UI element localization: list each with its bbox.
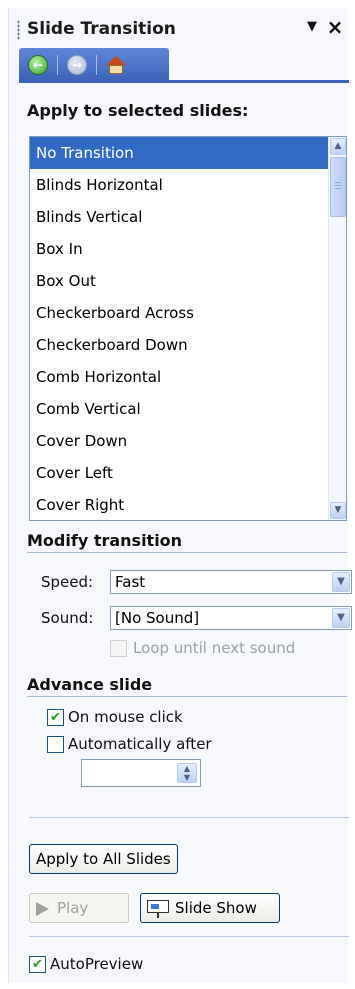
forward-button[interactable]: → (64, 53, 90, 77)
transition-list-item[interactable]: Comb Horizontal (30, 361, 346, 393)
apply-to-slides-heading: Apply to selected slides: (27, 101, 249, 120)
slide-transition-pane: Slide Transition ▼ × ← → Apply to select… (8, 8, 352, 983)
list-scrollbar[interactable]: ▲ ▼ (328, 137, 346, 520)
pane-menu-dropdown-icon[interactable]: ▼ (302, 16, 322, 38)
speed-label: Speed: (41, 573, 94, 591)
advance-time-spinner[interactable]: ▲ ▼ (81, 759, 201, 787)
transition-list-item[interactable]: Blinds Vertical (30, 201, 346, 233)
pane-title-bar: Slide Transition ▼ × (9, 8, 349, 48)
transition-list-item[interactable]: Checkerboard Down (30, 329, 346, 361)
back-arrow-icon: ← (28, 54, 48, 75)
transition-list-item[interactable]: Blinds Horizontal (30, 169, 346, 201)
pane-title: Slide Transition (27, 19, 176, 39)
play-label: Play (57, 899, 89, 917)
transition-list-item[interactable]: No Transition (30, 137, 346, 169)
apply-to-all-slides-button[interactable]: Apply to All Slides (29, 844, 178, 874)
automatically-after-label: Automatically after (68, 735, 212, 753)
play-icon (36, 901, 49, 916)
transition-list-item[interactable]: Checkerboard Across (30, 297, 346, 329)
home-icon (106, 55, 126, 75)
divider (29, 936, 349, 937)
slide-show-icon (147, 899, 169, 918)
transition-list-item[interactable]: Box In (30, 233, 346, 265)
nav-separator (96, 54, 97, 75)
spin-up-down-icon[interactable]: ▲ ▼ (177, 763, 197, 783)
task-pane-nav-bar: ← → (19, 48, 169, 81)
home-button[interactable] (103, 53, 129, 77)
transition-list-item[interactable]: Comb Vertical (30, 393, 346, 425)
nav-bar-underline (19, 80, 349, 83)
drag-grip-icon[interactable] (17, 20, 20, 40)
automatically-after-checkbox[interactable] (47, 736, 64, 753)
sound-value: [No Sound] (115, 609, 200, 627)
transition-list-item[interactable]: Cover Right (30, 489, 346, 520)
back-button[interactable]: ← (25, 53, 51, 77)
section-rule (27, 552, 347, 553)
transition-list-item[interactable]: Cover Down (30, 425, 346, 457)
chevron-down-icon[interactable]: ▼ (332, 572, 350, 592)
slide-show-label: Slide Show (175, 899, 257, 917)
loop-sound-checkbox[interactable] (110, 640, 127, 657)
scroll-up-icon[interactable]: ▲ (330, 138, 346, 155)
sound-dropdown[interactable]: [No Sound] ▼ (110, 606, 352, 630)
sound-label: Sound: (41, 609, 94, 627)
transition-list-item[interactable]: Box Out (30, 265, 346, 297)
scroll-thumb[interactable] (330, 157, 346, 217)
autopreview-label: AutoPreview (50, 955, 144, 973)
divider (29, 817, 349, 818)
loop-sound-label: Loop until next sound (133, 639, 296, 657)
play-button[interactable]: Play (29, 893, 129, 923)
on-mouse-click-checkbox[interactable]: ✔ (47, 709, 64, 726)
nav-separator (57, 54, 58, 75)
slide-show-button[interactable]: Slide Show (140, 893, 280, 923)
speed-value: Fast (115, 573, 146, 591)
chevron-down-icon[interactable]: ▼ (332, 608, 350, 628)
section-rule (27, 696, 347, 697)
advance-slide-heading: Advance slide (27, 675, 153, 694)
transition-list: No Transition Blinds Horizontal Blinds Ver… (30, 137, 346, 520)
modify-transition-heading: Modify transition (27, 531, 183, 550)
forward-arrow-icon: → (67, 54, 87, 75)
on-mouse-click-label: On mouse click (68, 708, 183, 726)
transition-list-item[interactable]: Cover Left (30, 457, 346, 489)
close-pane-icon[interactable]: × (325, 16, 345, 38)
autopreview-checkbox[interactable]: ✔ (29, 956, 46, 973)
scroll-down-icon[interactable]: ▼ (330, 502, 346, 519)
speed-dropdown[interactable]: Fast ▼ (110, 570, 352, 594)
transition-listbox[interactable]: No Transition Blinds Horizontal Blinds Ver… (29, 136, 347, 521)
